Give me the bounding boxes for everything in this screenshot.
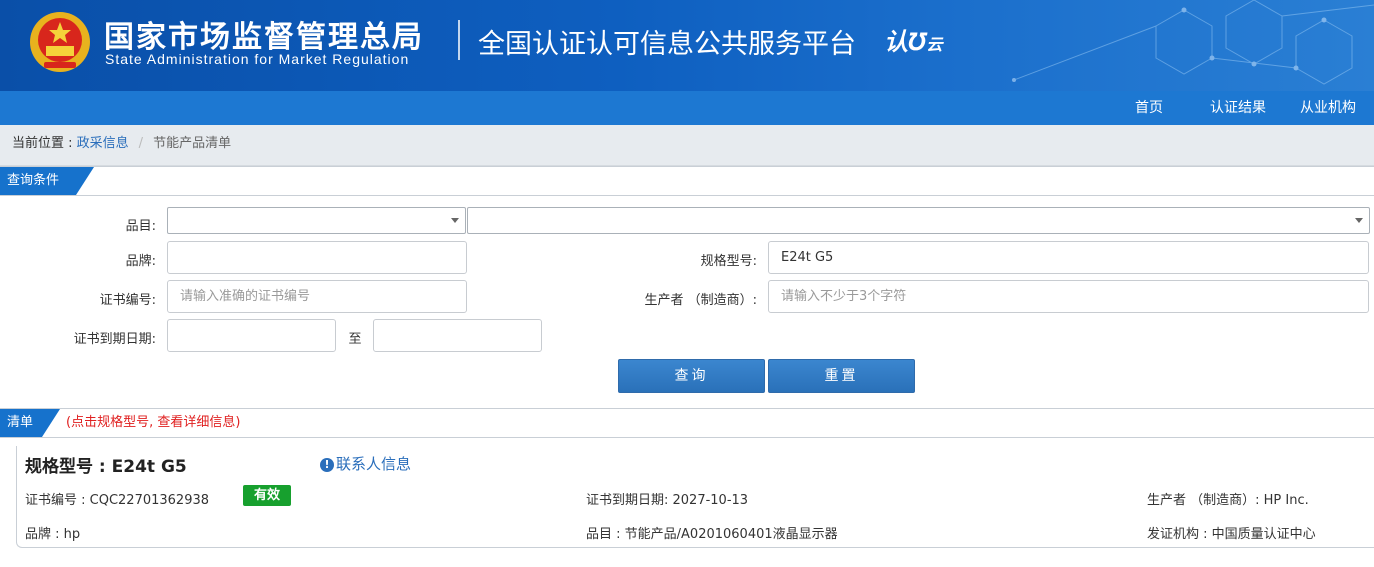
platform-logo-mark: ℧ xyxy=(908,28,927,56)
maker-label: 生产者 （制造商）: xyxy=(644,293,757,308)
breadcrumb-separator: / xyxy=(138,136,144,151)
national-emblem-icon xyxy=(30,12,90,72)
breadcrumb-label: 当前位置 : xyxy=(12,136,77,151)
brand-label: 品牌: xyxy=(125,254,156,269)
result-expiry: 证书到期日期: 2027-10-13 xyxy=(586,493,749,508)
query-section-bar: 查询条件 xyxy=(0,166,1374,196)
main-nav: 首页 认证结果 从业机构 xyxy=(0,91,1374,125)
result-cert-no: 证书编号 : CQC22701362938 xyxy=(25,493,210,508)
result-brand: 品牌 : hp xyxy=(25,527,81,542)
result-issuer: 发证机构 : 中国质量认证中心 xyxy=(1147,527,1316,542)
site-header: 国家市场监督管理总局 State Administration for Mark… xyxy=(0,0,1374,91)
nav-item-agencies[interactable]: 从业机构 xyxy=(1300,91,1356,125)
brand-input[interactable] xyxy=(167,241,467,274)
breadcrumb: 当前位置 : 政采信息 / 节能产品清单 xyxy=(0,125,1374,166)
list-section-title: 清单 xyxy=(0,409,60,437)
platform-logo-text: 认 xyxy=(884,28,908,56)
reset-button[interactable]: 重置 xyxy=(768,359,915,393)
contact-info-text: 联系人信息 xyxy=(336,455,412,473)
contact-info-link[interactable]: ! 联系人信息 xyxy=(320,453,411,474)
platform-logo-small: 云 xyxy=(926,35,943,54)
model-input[interactable]: E24t G5 xyxy=(768,241,1369,274)
date-range-to-label: 至 xyxy=(348,332,362,347)
chevron-down-icon xyxy=(451,218,459,223)
expiry-end-input[interactable] xyxy=(373,319,542,352)
header-divider xyxy=(458,20,460,60)
chevron-down-icon xyxy=(1355,218,1363,223)
cert-no-label: 证书编号: xyxy=(99,293,156,308)
search-button[interactable]: 查询 xyxy=(618,359,765,393)
list-section-note: (点击规格型号, 查看详细信息) xyxy=(66,415,241,430)
platform-logo: 认℧云 xyxy=(884,22,942,57)
category-select-secondary[interactable] xyxy=(467,207,1370,234)
gov-subtitle: State Administration for Market Regulati… xyxy=(105,51,410,67)
cert-no-input[interactable]: 请输入准确的证书编号 xyxy=(167,280,467,313)
info-icon: ! xyxy=(320,458,334,472)
result-maker: 生产者 （制造商）: HP Inc. xyxy=(1147,493,1309,508)
nav-item-home[interactable]: 首页 xyxy=(1135,91,1163,125)
breadcrumb-link[interactable]: 政采信息 xyxy=(77,136,129,151)
network-pattern-decoration xyxy=(1012,0,1374,85)
gov-title: 国家市场监督管理总局 xyxy=(104,20,424,55)
result-category: 品目 : 节能产品/A0201060401液晶显示器 xyxy=(586,527,838,542)
result-model-title[interactable]: 规格型号 : E24t G5 xyxy=(25,452,187,477)
status-badge: 有效 xyxy=(243,485,291,506)
nav-item-cert-results[interactable]: 认证结果 xyxy=(1210,91,1266,125)
list-section-bar: 清单 (点击规格型号, 查看详细信息) xyxy=(0,408,1374,438)
category-select-primary[interactable] xyxy=(167,207,466,234)
breadcrumb-current: 节能产品清单 xyxy=(153,136,232,151)
expiry-start-input[interactable] xyxy=(167,319,336,352)
maker-input[interactable]: 请输入不少于3个字符 xyxy=(768,280,1369,313)
expiry-label: 证书到期日期: xyxy=(73,332,156,347)
model-label: 规格型号: xyxy=(700,254,757,269)
query-section-title: 查询条件 xyxy=(0,167,94,195)
category-label: 品目: xyxy=(125,219,156,234)
platform-title: 全国认证认可信息公共服务平台 xyxy=(478,29,856,60)
